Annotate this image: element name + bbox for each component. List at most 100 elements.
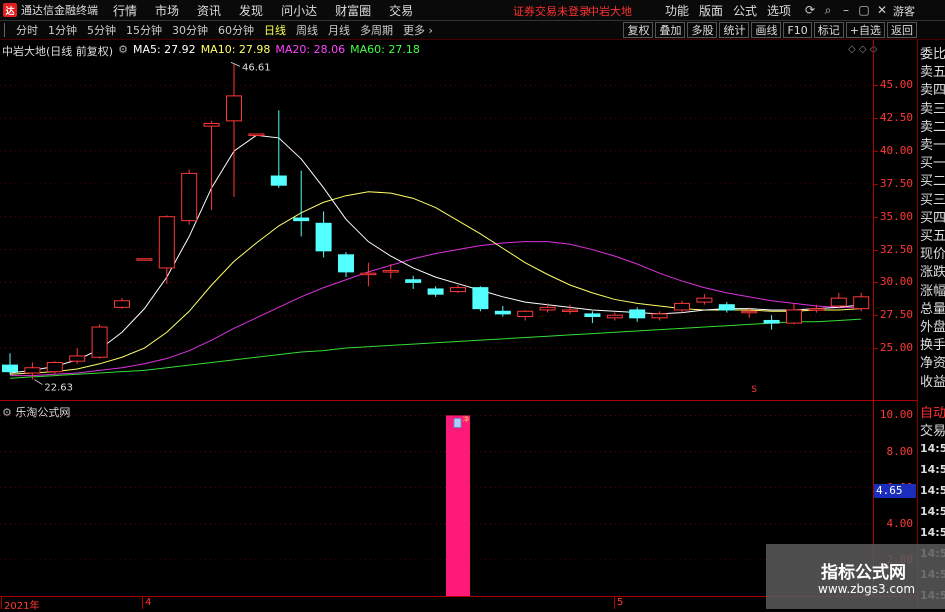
candle[interactable] (450, 285, 466, 293)
candle[interactable] (91, 324, 108, 359)
chart-button-0[interactable]: 复权 (623, 22, 654, 38)
quote-field-7: 买二 (920, 174, 945, 190)
chart-button-5[interactable]: F10 (783, 22, 812, 38)
candle[interactable] (494, 306, 511, 317)
candle[interactable] (338, 252, 354, 278)
menu-item-0[interactable]: 行情 (113, 2, 137, 19)
candle[interactable] (114, 298, 130, 309)
candle-body-down (270, 175, 287, 186)
menu-item-2[interactable]: 资讯 (197, 2, 221, 19)
guest-label[interactable]: 游客 (893, 3, 915, 19)
price-tick-label: 35.00 (879, 209, 913, 223)
chart-button-8[interactable]: 返回 (887, 22, 917, 38)
candle-body-up (517, 310, 534, 318)
period-tab-2[interactable]: 5分钟 (87, 22, 116, 38)
candle[interactable] (472, 286, 489, 312)
period-tab-8[interactable]: 月线 (328, 22, 350, 38)
candle[interactable] (270, 110, 287, 188)
right-menu-item-2[interactable]: 公式 (733, 2, 757, 19)
period-tab-5[interactable]: 60分钟 (218, 22, 254, 38)
sidebar-tab-1[interactable]: 交易 (920, 420, 945, 439)
period-tab-9[interactable]: 多周期 (360, 22, 393, 38)
candle[interactable] (2, 353, 18, 375)
price-tick (874, 183, 878, 185)
candle[interactable] (584, 311, 601, 324)
period-tab-10[interactable]: 更多 › (403, 22, 433, 38)
kline-chart[interactable]: 46.61 22.63 S (0, 40, 873, 400)
candle[interactable] (629, 307, 646, 322)
low-note-pointer (34, 379, 43, 385)
candle[interactable] (763, 315, 780, 330)
chart-button-7[interactable]: +自选 (845, 22, 885, 38)
candle[interactable] (293, 170, 310, 237)
candle[interactable] (248, 133, 265, 136)
candle[interactable] (674, 300, 690, 313)
chart-button-4[interactable]: 画线 (751, 22, 782, 38)
candle[interactable] (853, 292, 870, 312)
candle[interactable] (158, 215, 175, 284)
indicator-bar[interactable] (446, 415, 470, 596)
candle[interactable] (226, 64, 242, 198)
sidebar-tab-0[interactable]: 自动 (920, 402, 945, 421)
candle[interactable] (606, 312, 623, 321)
trade-login-notice[interactable]: 证券交易未登录 (513, 3, 590, 19)
candle[interactable] (382, 263, 399, 279)
candle[interactable] (830, 292, 847, 309)
period-tab-6[interactable]: 日线 (264, 22, 286, 38)
candle[interactable] (427, 286, 444, 297)
minimize-icon[interactable]: – (836, 1, 856, 19)
candle-body-up (248, 133, 265, 136)
candle[interactable] (786, 303, 802, 325)
menu-item-3[interactable]: 发现 (239, 2, 263, 19)
date-label: 5 (617, 597, 624, 608)
candle-body-up (382, 270, 399, 273)
quote-field-1: 卖五 (920, 65, 945, 81)
period-tab-3[interactable]: 15分钟 (126, 22, 162, 38)
ma60-line (9, 318, 862, 379)
quote-field-8: 买三 (920, 192, 945, 208)
candle[interactable] (181, 169, 198, 225)
period-tab-1[interactable]: 1分钟 (48, 22, 77, 38)
chart-button-3[interactable]: 统计 (719, 22, 750, 38)
candle[interactable] (651, 311, 668, 321)
candle[interactable] (405, 275, 422, 289)
period-tab-0[interactable]: 分时 (16, 22, 38, 38)
candle[interactable] (136, 258, 153, 261)
tick-time: 14:55 (920, 442, 945, 455)
candle-body-up (674, 302, 690, 311)
indicator-chart[interactable]: 净 (0, 401, 873, 596)
right-menu-item-1[interactable]: 版面 (699, 2, 723, 19)
quote-field-5: 卖一 (920, 138, 945, 153)
chart-button-2[interactable]: 多股 (687, 22, 718, 38)
candle[interactable] (69, 348, 86, 364)
period-tab-7[interactable]: 周线 (296, 22, 318, 38)
right-menu-item-0[interactable]: 功能 (665, 2, 689, 19)
menu-item-4[interactable]: 问小达 (281, 2, 317, 19)
candle-body-down (629, 309, 646, 319)
candle[interactable] (539, 303, 556, 313)
chart-button-6[interactable]: 标记 (813, 22, 844, 38)
candle[interactable] (315, 211, 332, 258)
right-menu-item-3[interactable]: 选项 (767, 2, 791, 19)
quote-field-6: 买一 (920, 156, 945, 172)
period-tab-4[interactable]: 30分钟 (172, 22, 208, 38)
candle[interactable] (517, 309, 534, 321)
candle-body-up (181, 172, 198, 222)
chart-action-buttons: 复权 叠加 多股 统计 画线 F10 标记 +自选 返回 (621, 22, 917, 38)
menu-item-1[interactable]: 市场 (155, 2, 179, 19)
candle[interactable] (562, 304, 578, 314)
candle[interactable] (718, 302, 735, 313)
search-icon[interactable]: ⌕ (818, 1, 838, 19)
candle[interactable] (360, 262, 377, 287)
quote-field-3: 卖三 (920, 101, 945, 117)
refresh-icon[interactable]: ⟳ (800, 1, 820, 19)
candle-body-down (718, 304, 735, 311)
chart-button-1[interactable]: 叠加 (655, 22, 686, 38)
menu-item-6[interactable]: 交易 (389, 2, 413, 19)
maximize-icon[interactable]: ▢ (854, 1, 874, 19)
candle[interactable] (696, 294, 713, 305)
candle[interactable] (203, 120, 220, 211)
close-icon[interactable]: ✕ (872, 1, 892, 19)
quote-field-2: 卖四 (920, 83, 945, 99)
menu-item-5[interactable]: 财富圈 (335, 2, 371, 19)
